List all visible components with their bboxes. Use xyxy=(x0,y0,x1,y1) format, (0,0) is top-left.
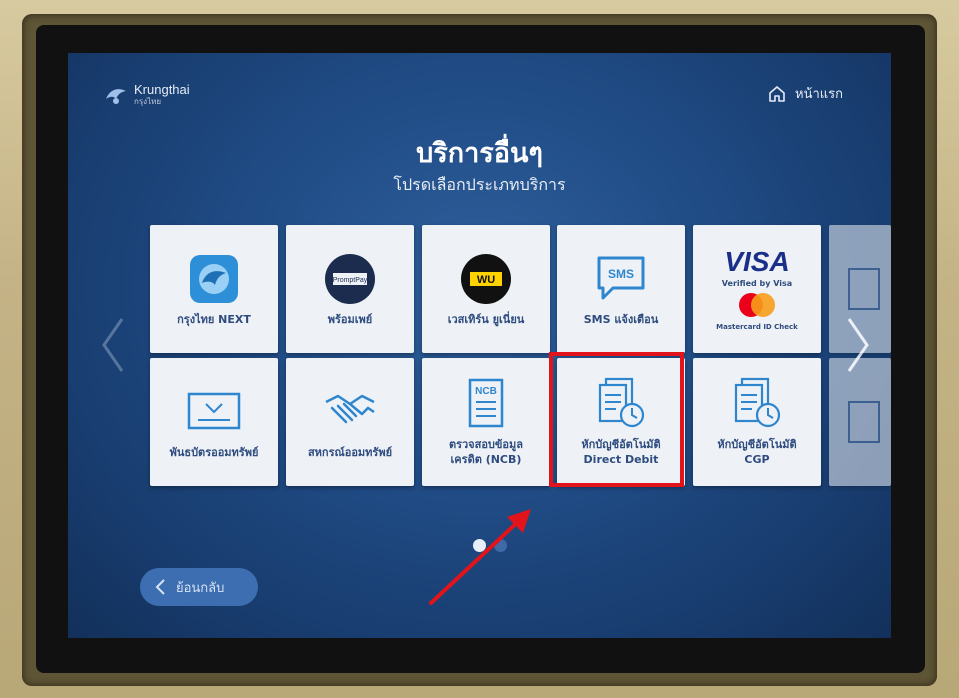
tile-label: กรุงไทย NEXT xyxy=(177,312,251,326)
tile-label: ตรวจสอบข้อมูล เครดิต (NCB) xyxy=(445,438,527,468)
tile-label-line2: Direct Debit xyxy=(583,453,659,466)
western-union-icon: WU xyxy=(459,251,513,307)
handshake-icon xyxy=(322,384,378,440)
tile-krungthai-next[interactable]: กรุงไทย NEXT xyxy=(150,225,278,353)
visa-logo-text: VISA xyxy=(724,245,790,277)
tile-cgp-debit[interactable]: หักบัญชีอัตโนมัติ CGP xyxy=(693,358,821,486)
tile-western-union[interactable]: WU เวสเทิร์น ยูเนี่ยน xyxy=(422,225,550,353)
tile-label-line1: หักบัญชีอัตโนมัติ xyxy=(581,438,661,452)
promptpay-icon: PromptPay xyxy=(323,251,377,307)
brand-subname: กรุงไทย xyxy=(134,97,162,106)
mastercard-id-check-text: Mastercard ID Check xyxy=(716,322,798,331)
tile-label-line2: CGP xyxy=(744,453,770,466)
tile-label: เวสเทิร์น ยูเนี่ยน xyxy=(447,312,525,326)
atm-screen: Krungthai กรุงไทย หน้าแรก บริการอื่นๆ โป… xyxy=(68,53,891,638)
tile-sms-alert[interactable]: SMS SMS แจ้งเตือน xyxy=(557,225,685,353)
tile-label-line2: เครดิต (NCB) xyxy=(450,453,522,466)
tile-cooperative[interactable]: สหกรณ์ออมทรัพย์ xyxy=(286,358,414,486)
annotation-arrow-icon xyxy=(429,509,531,605)
tile-label: หักบัญชีอัตโนมัติ Direct Debit xyxy=(577,438,664,468)
promptpay-badge: PromptPay xyxy=(333,277,368,284)
tile-direct-debit[interactable]: หักบัญชีอัตโนมัติ Direct Debit xyxy=(557,358,685,486)
tile-ncb-check[interactable]: NCB ตรวจสอบข้อมูล เครดิต (NCB) xyxy=(422,358,550,486)
cgp-debit-icon xyxy=(732,376,782,432)
tile-label: พร้อมเพย์ xyxy=(327,312,373,326)
tile-partial-row1[interactable] xyxy=(829,225,891,353)
back-label: ย้อนกลับ xyxy=(176,580,225,596)
krungthai-next-icon xyxy=(188,251,240,307)
tile-savings-bond[interactable]: พันธบัตรออมทรัพย์ xyxy=(150,358,278,486)
pagination-dots xyxy=(473,539,507,552)
mastercard-icon xyxy=(739,292,775,317)
page-subtitle: โปรดเลือกประเภทบริการ xyxy=(393,175,566,194)
brand-logo: Krungthai กรุงไทย xyxy=(104,83,190,106)
krungthai-bird-icon xyxy=(106,88,126,104)
prev-page-arrow-icon[interactable] xyxy=(98,315,128,375)
partial-tile-icon xyxy=(848,268,880,310)
sms-badge: SMS xyxy=(608,267,634,281)
tile-promptpay[interactable]: PromptPay พร้อมเพย์ xyxy=(286,225,414,353)
ncb-badge: NCB xyxy=(475,386,497,397)
ncb-document-icon: NCB xyxy=(466,376,506,432)
bond-certificate-icon xyxy=(186,384,242,440)
pagination-dot[interactable] xyxy=(494,539,507,552)
wu-badge: WU xyxy=(477,274,495,286)
tile-label-line1: หักบัญชีอัตโนมัติ xyxy=(717,438,797,452)
back-button[interactable]: ย้อนกลับ xyxy=(140,568,258,606)
brand-name: Krungthai xyxy=(134,82,190,97)
page-title: บริการอื่นๆ xyxy=(416,138,543,169)
pagination-dot-active[interactable] xyxy=(473,539,486,552)
chevron-left-icon xyxy=(155,579,165,595)
tile-visa-mastercard[interactable]: VISA Verified by Visa Mastercard ID Chec… xyxy=(693,225,821,353)
verified-by-visa-text: Verified by Visa xyxy=(721,278,793,288)
tile-label: สหกรณ์ออมทรัพย์ xyxy=(307,445,393,459)
tile-label: พันธบัตรออมทรัพย์ xyxy=(169,445,259,459)
direct-debit-icon xyxy=(596,376,646,432)
tile-label: หักบัญชีอัตโนมัติ CGP xyxy=(713,438,800,468)
sms-icon: SMS xyxy=(595,251,647,307)
home-icon xyxy=(769,85,785,102)
tile-label: SMS แจ้งเตือน xyxy=(583,312,659,326)
home-label: หน้าแรก xyxy=(795,87,843,102)
tile-partial-row2[interactable] xyxy=(829,358,891,486)
partial-tile-icon xyxy=(848,401,880,443)
home-button[interactable]: หน้าแรก xyxy=(767,83,843,104)
tile-label-line1: ตรวจสอบข้อมูล xyxy=(448,438,524,452)
